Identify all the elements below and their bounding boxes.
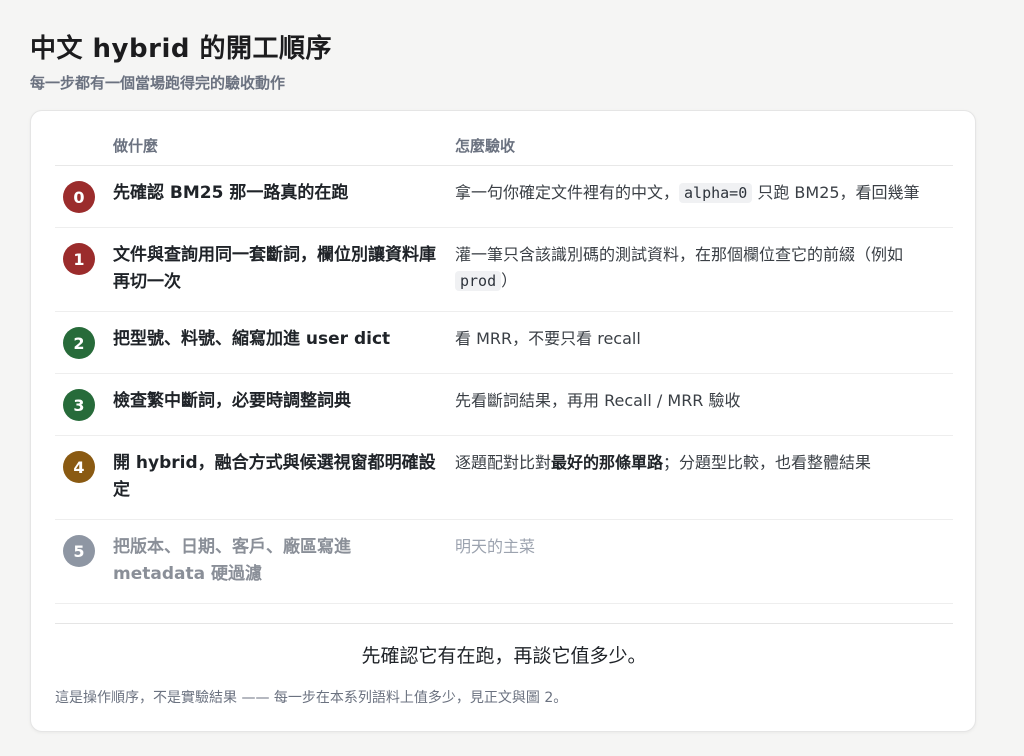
summary-text: 先確認它有在跑，再談它值多少。 [361,645,647,667]
steps-card: 做什麼 怎麼驗收 0 先確認 BM25 那一路真的在跑 拿一句你確定文件裡有的中… [30,110,976,732]
footnote: 這是操作順序，不是實驗結果 —— 每一步在本系列語料上值多少，見正文與圖 2。 [55,690,568,706]
emphasis-text: 最好的那條單路 [551,453,664,472]
divider [55,623,953,624]
check-text: ） [501,271,518,290]
step-check: 先看斷詞結果，再用 Recall / MRR 驗收 [455,388,953,435]
step-what: 把型號、料號、縮寫加進 user dict [113,329,391,349]
check-text: 逐題配對比對 [455,453,552,472]
table-row: 4 開 hybrid，融合方式與候選視窗都明確設定 逐題配對比對最好的那條單路；… [55,436,953,520]
step-what: 開 hybrid，融合方式與候選視窗都明確設定 [113,453,436,500]
step-num-cell: 0 [55,180,113,227]
step-badge: 3 [63,389,95,421]
inline-code: prod [455,271,502,291]
step-num-cell: 2 [55,326,113,373]
check-text: 拿一句你確定文件裡有的中文， [455,183,680,202]
table-row: 3 檢查繁中斷詞，必要時調整詞典 先看斷詞結果，再用 Recall / MRR … [55,374,953,436]
step-badge: 1 [63,243,95,275]
step-what: 檢查繁中斷詞，必要時調整詞典 [113,391,351,411]
inline-code: alpha=0 [679,183,753,203]
header-check: 怎麼驗收 [455,136,516,155]
step-badge: 2 [63,327,95,359]
check-text: 只跑 BM25，看回幾筆 [752,183,920,202]
step-what: 文件與查詢用同一套斷詞，欄位別讓資料庫再切一次 [113,245,436,292]
check-text: 看 MRR，不要只看 recall [455,329,641,348]
table-header: 做什麼 怎麼驗收 [55,125,953,166]
step-check: 灌一筆只含該識別碼的測試資料，在那個欄位查它的前綴（例如 prod） [455,242,953,311]
check-text: 灌一筆只含該識別碼的測試資料，在那個欄位查它的前綴（例如 [455,245,904,264]
step-what: 先確認 BM25 那一路真的在跑 [113,183,349,203]
table-row: 1 文件與查詢用同一套斷詞，欄位別讓資料庫再切一次 灌一筆只含該識別碼的測試資料… [55,228,953,312]
page-title: 中文 hybrid 的開工順序 [30,34,333,64]
step-num-cell: 5 [55,534,113,603]
step-badge: 4 [63,451,95,483]
step-what: 把版本、日期、客戶、廠區寫進 metadata 硬過濾 [113,537,351,584]
step-check: 逐題配對比對最好的那條單路；分題型比較，也看整體結果 [455,450,953,519]
table-row: 0 先確認 BM25 那一路真的在跑 拿一句你確定文件裡有的中文， alpha=0… [55,166,953,228]
table-row: 5 把版本、日期、客戶、廠區寫進 metadata 硬過濾 明天的主菜 [55,520,953,604]
step-badge: 0 [63,181,95,213]
step-num-cell: 3 [55,388,113,435]
page: 中文 hybrid 的開工順序 每一步都有一個當場跑得完的驗收動作 做什麼 怎麼… [0,0,1024,756]
step-check: 看 MRR，不要只看 recall [455,326,953,373]
check-text: 先看斷詞結果，再用 Recall / MRR 驗收 [455,391,741,410]
step-check: 明天的主菜 [455,534,953,603]
steps-table: 做什麼 怎麼驗收 0 先確認 BM25 那一路真的在跑 拿一句你確定文件裡有的中… [55,125,953,604]
check-text: 明天的主菜 [455,537,536,556]
page-subtitle: 每一步都有一個當場跑得完的驗收動作 [30,74,286,92]
step-num-cell: 4 [55,450,113,519]
table-row: 2 把型號、料號、縮寫加進 user dict 看 MRR，不要只看 recal… [55,312,953,374]
step-check: 拿一句你確定文件裡有的中文， alpha=0 只跑 BM25，看回幾筆 [455,180,953,227]
step-badge: 5 [63,535,95,567]
check-text: ；分題型比較，也看整體結果 [663,453,872,472]
step-num-cell: 1 [55,242,113,311]
header-what: 做什麼 [113,136,159,155]
